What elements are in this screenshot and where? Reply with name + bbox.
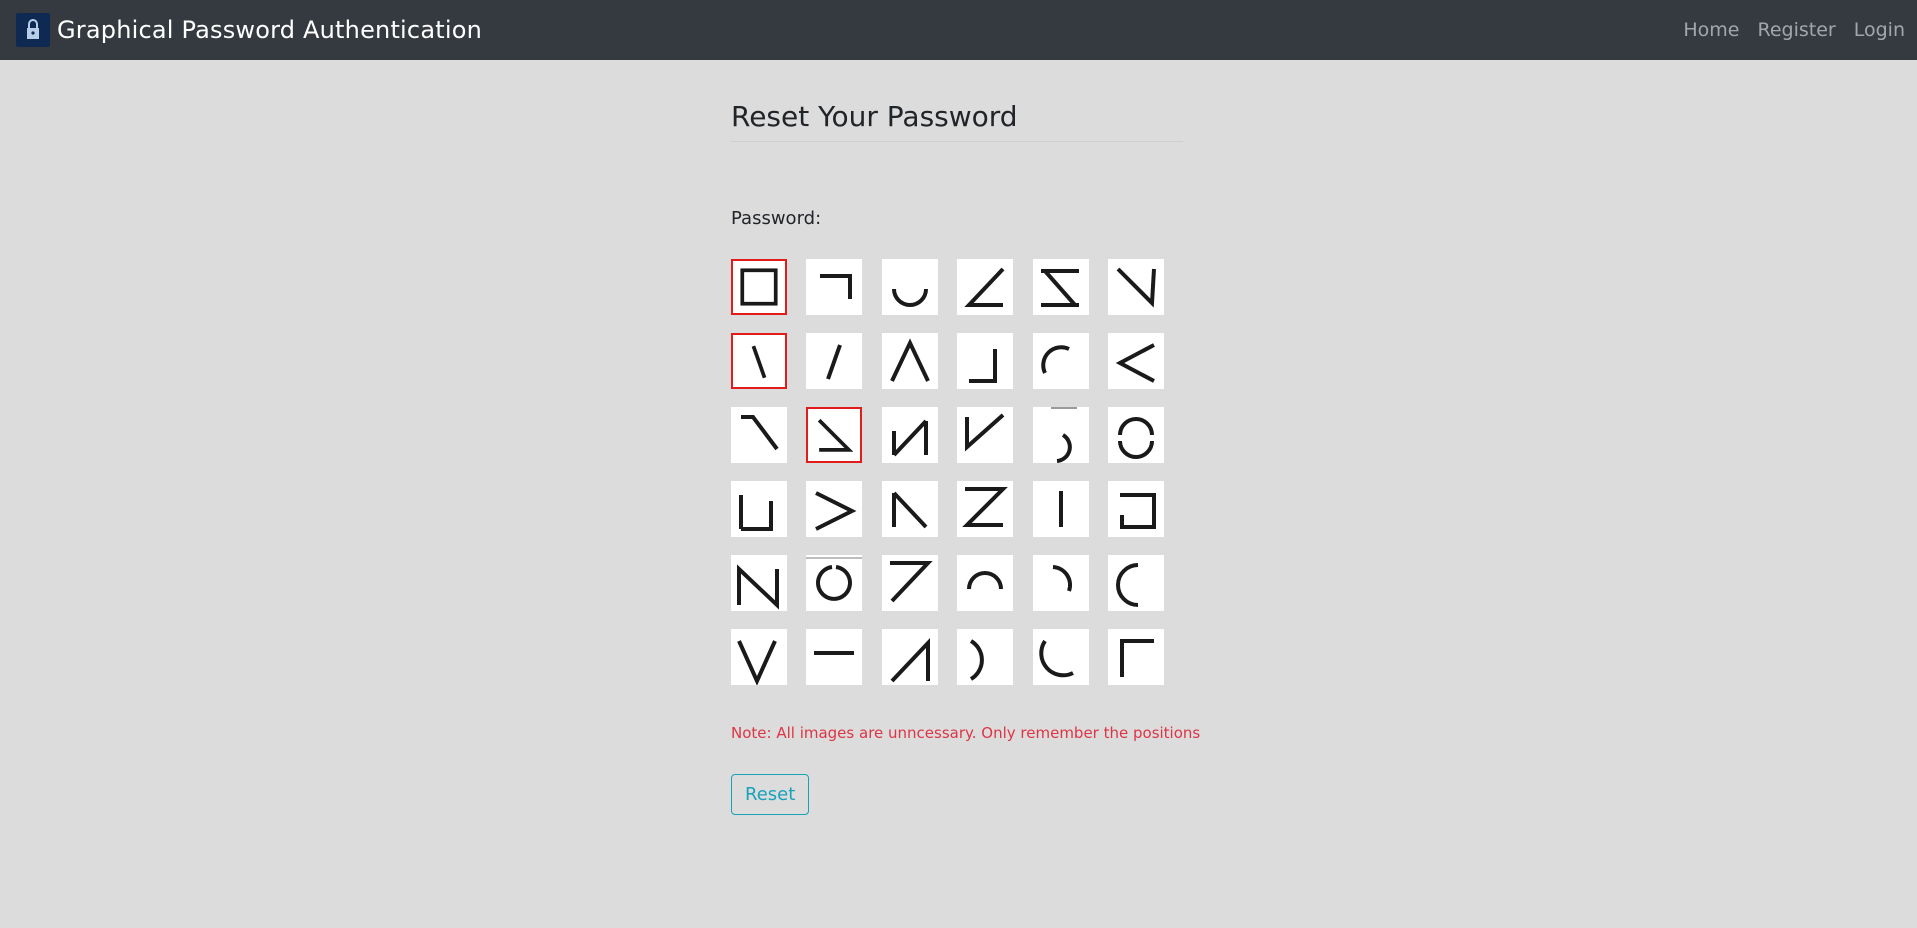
grid-tile[interactable] [731,407,787,463]
n-reversed-icon [882,407,938,463]
grid-tile[interactable] [881,259,938,315]
grid-tile[interactable] [881,407,938,463]
grid-tile[interactable] [806,629,863,685]
password-image-grid [731,259,1191,685]
note-text: Note: All images are unncessary. Only re… [731,724,1201,742]
grid-tile[interactable] [1032,481,1089,537]
reset-button[interactable]: Reset [731,774,810,815]
caret-up-icon [882,333,938,389]
grid-tile[interactable] [881,481,938,537]
grid-tile[interactable] [881,555,938,611]
brand[interactable]: Graphical Password Authentication [16,13,482,47]
grid-tile[interactable] [957,481,1014,537]
z-reversed-icon [1033,259,1089,315]
grid-tile[interactable] [806,407,863,463]
check-tall-icon [957,407,1013,463]
square-icon [733,261,785,313]
arc-bottom-icon [882,259,938,315]
grid-tile[interactable] [731,629,787,685]
less-than-icon [1108,333,1164,389]
bracket-square-icon [731,481,787,537]
nav-register-link[interactable]: Register [1758,19,1836,41]
lambda-icon [882,629,938,685]
nav-links: Home Register Login [1683,19,1905,41]
grid-tile[interactable] [731,481,787,537]
z-letter-icon [957,481,1013,537]
arc-bottom-right-icon [1033,407,1089,463]
vertical-bar-icon [1033,481,1089,537]
page-title: Reset Your Password [731,100,1183,142]
corner-top-right-icon [806,259,862,315]
arc-top-icon [957,555,1013,611]
grid-tile[interactable] [806,481,863,537]
grid-tile[interactable] [1107,333,1164,389]
grid-tile[interactable] [881,333,938,389]
grid-tile[interactable] [806,333,863,389]
circle-gap-icon [1108,407,1164,463]
greater-than-icon [806,481,862,537]
nav-login-link[interactable]: Login [1854,19,1905,41]
grid-tile[interactable] [957,555,1014,611]
n-letter-icon [731,555,787,611]
grid-tile[interactable] [731,333,787,389]
seven-reversed-icon [731,407,787,463]
grid-tile[interactable] [1032,629,1089,685]
grid-tile[interactable] [1032,333,1089,389]
grid-tile[interactable] [1032,555,1089,611]
circle-open-icon [806,555,862,611]
grid-tile[interactable] [1107,407,1164,463]
arc-top-left-icon [1033,333,1089,389]
backslash-icon [733,335,785,387]
v-letter-icon [731,629,787,685]
grid-tile[interactable] [957,629,1014,685]
grid-tile[interactable] [731,259,787,315]
grid-tile[interactable] [1107,481,1164,537]
grid-tile[interactable] [957,407,1014,463]
paren-right-icon [957,629,1013,685]
reset-form: Reset Your Password Password: Note: All … [731,60,1201,815]
arc-bottom-left-icon [1033,629,1089,685]
navbar: Graphical Password Authentication Home R… [0,0,1917,60]
bracket-reversed-icon [1108,481,1164,537]
lock-icon [16,13,50,47]
brand-title: Graphical Password Authentication [57,16,482,44]
grid-tile[interactable] [1107,555,1164,611]
grid-tile[interactable] [806,259,863,315]
angle-icon [957,259,1013,315]
grid-tile[interactable] [957,333,1014,389]
grid-tile[interactable] [1107,259,1164,315]
nav-home-link[interactable]: Home [1683,19,1739,41]
grid-tile[interactable] [806,555,863,611]
grid-tile[interactable] [881,629,938,685]
arc-left-icon [1108,555,1164,611]
triangle-open-icon [808,409,860,461]
seven-icon [882,555,938,611]
grid-tile[interactable] [1032,259,1089,315]
corner-top-left-icon [1108,629,1164,685]
grid-tile[interactable] [957,259,1014,315]
k-stroke-icon [882,481,938,537]
grid-tile[interactable] [1032,407,1089,463]
dash-icon [806,629,862,685]
check-reversed-icon [1108,259,1164,315]
slash-icon [806,333,862,389]
arc-right-icon [1033,555,1089,611]
password-label: Password: [731,208,822,229]
corner-bottom-right-icon [957,333,1013,389]
grid-tile[interactable] [1107,629,1164,685]
grid-tile[interactable] [731,555,787,611]
